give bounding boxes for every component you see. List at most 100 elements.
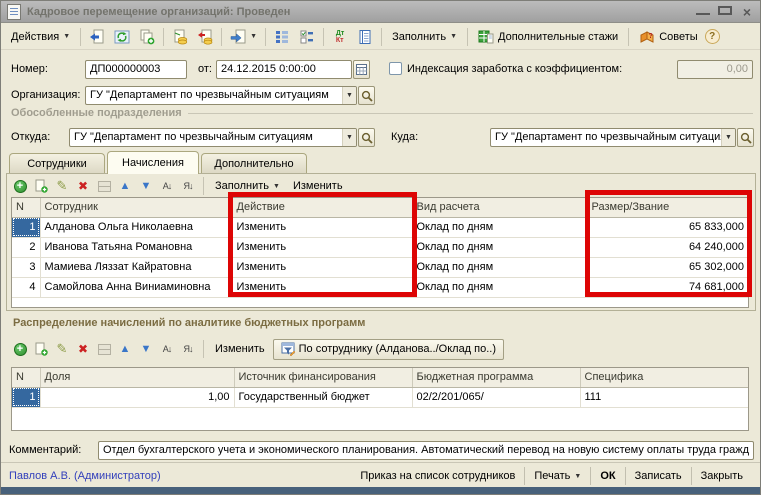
delete-row-button[interactable]: ✖: [74, 177, 92, 195]
actions-button[interactable]: Действия ▼: [5, 26, 76, 48]
row-number-cell[interactable]: 4: [12, 277, 40, 297]
journal-button[interactable]: [353, 26, 377, 48]
copy-row-button[interactable]: [32, 177, 50, 195]
chevron-down-icon: ▼: [450, 33, 457, 40]
copy-row-icon: [34, 342, 49, 357]
amount-cell[interactable]: 64 240,000: [587, 237, 748, 257]
accruals-change-button[interactable]: Изменить: [288, 179, 348, 193]
maximize-button[interactable]: [718, 6, 732, 18]
chevron-down-icon[interactable]: ▼: [342, 129, 356, 146]
move-up-button[interactable]: ▲: [116, 340, 134, 358]
chevron-down-icon[interactable]: ▼: [342, 87, 356, 104]
to-lookup-button[interactable]: [737, 128, 754, 147]
tips-button[interactable]: ? Советы: [633, 26, 703, 48]
edit-row-button[interactable]: ✎: [53, 177, 71, 195]
employee-cell[interactable]: Иванова Татьяна Романовна: [40, 237, 232, 257]
row-number-cell[interactable]: 1: [12, 387, 40, 407]
add-row-button[interactable]: +: [11, 177, 29, 195]
move-down-button[interactable]: ▼: [137, 177, 155, 195]
amount-cell[interactable]: 65 302,000: [587, 257, 748, 277]
action-cell[interactable]: Изменить: [232, 217, 412, 237]
close-button[interactable]: ×: [740, 4, 754, 20]
copy-button[interactable]: [135, 26, 159, 48]
calc-type-cell[interactable]: Оклад по дням: [412, 277, 587, 297]
number-input[interactable]: ДП000000003: [85, 60, 187, 79]
sort-asc-button[interactable]: А↓: [158, 177, 176, 195]
source-cell[interactable]: Государственный бюджет: [234, 387, 412, 407]
program-cell[interactable]: 02/2/201/065/: [412, 387, 580, 407]
row-number-cell[interactable]: 1: [12, 217, 40, 237]
comment-input[interactable]: Отдел бухгалтерского учета и экономическ…: [98, 441, 754, 460]
sort-desc-button[interactable]: Я↓: [179, 177, 197, 195]
current-user-link[interactable]: Павлов А.В. (Администратор): [9, 470, 161, 482]
additional-experience-button[interactable]: Дополнительные стажи: [472, 26, 624, 48]
calc-type-cell[interactable]: Оклад по дням: [412, 237, 587, 257]
chevron-down-icon[interactable]: ▼: [721, 129, 735, 146]
date-label: от:: [198, 63, 212, 75]
indexation-checkbox[interactable]: [389, 62, 402, 75]
movements-button[interactable]: [295, 26, 319, 48]
row-number-cell[interactable]: 2: [12, 237, 40, 257]
accruals-fill-button[interactable]: Заполнить ▼: [210, 179, 285, 193]
table-row[interactable]: 2 Иванова Татьяна Романовна Изменить Окл…: [12, 237, 748, 257]
employee-cell[interactable]: Мамиева Ляззат Кайратовна: [40, 257, 232, 277]
calc-type-cell[interactable]: Оклад по дням: [412, 217, 587, 237]
move-up-button[interactable]: ▲: [116, 177, 134, 195]
to-combo[interactable]: ГУ "Департамент по чрезвычайным ситуация…: [490, 128, 736, 147]
edit-row-button[interactable]: ✎: [53, 340, 71, 358]
minimize-button[interactable]: [696, 6, 710, 18]
structure-button[interactable]: [270, 26, 294, 48]
organization-lookup-button[interactable]: [358, 86, 375, 105]
action-cell[interactable]: Изменить: [232, 237, 412, 257]
close-window-button[interactable]: Закрыть: [692, 466, 752, 486]
tab-additional[interactable]: Дополнительно: [201, 153, 307, 173]
table-row[interactable]: 4 Самойлова Анна Виниаминовна Изменить О…: [12, 277, 748, 297]
copy-row-button[interactable]: [32, 340, 50, 358]
post-button[interactable]: [168, 26, 192, 48]
refresh-button[interactable]: [110, 26, 134, 48]
tab-accruals[interactable]: Начисления: [107, 151, 199, 174]
spec-cell[interactable]: 111: [580, 387, 748, 407]
sort-asc-button[interactable]: А↓: [158, 340, 176, 358]
employee-cell[interactable]: Самойлова Анна Виниаминовна: [40, 277, 232, 297]
end-edit-button[interactable]: [95, 340, 113, 358]
unpost-button[interactable]: [193, 26, 217, 48]
row-number-cell[interactable]: 3: [12, 257, 40, 277]
fill-button[interactable]: Заполнить ▼: [386, 26, 463, 48]
filter-table-icon: [281, 342, 295, 356]
date-input[interactable]: 24.12.2015 0:00:00: [216, 60, 352, 79]
table-row[interactable]: 1 1,00 Государственный бюджет 02/2/201/0…: [12, 387, 748, 407]
dt-kt-button[interactable]: ДтКт: [328, 26, 352, 48]
end-edit-button[interactable]: [95, 177, 113, 195]
organization-combo[interactable]: ГУ "Департамент по чрезвычайным ситуация…: [85, 86, 357, 105]
distribution-change-button[interactable]: Изменить: [210, 342, 270, 356]
reread-button[interactable]: [85, 26, 109, 48]
unpost-document-icon: [197, 29, 213, 45]
sort-desc-button[interactable]: Я↓: [179, 340, 197, 358]
action-cell[interactable]: Изменить: [232, 277, 412, 297]
print-button[interactable]: Печать ▼: [525, 466, 590, 486]
ok-button[interactable]: ОК: [591, 466, 624, 486]
add-icon: +: [14, 343, 27, 356]
document-window: Кадровое перемещение организаций: Провед…: [0, 0, 761, 495]
amount-cell[interactable]: 65 833,000: [587, 217, 748, 237]
by-employee-filter-button[interactable]: По сотруднику (Алданова../Оклад по..): [273, 339, 504, 360]
move-down-button[interactable]: ▼: [137, 340, 155, 358]
employee-cell[interactable]: Алданова Ольга Николаевна: [40, 217, 232, 237]
from-lookup-button[interactable]: [358, 128, 375, 147]
tab-employees[interactable]: Сотрудники: [9, 153, 105, 173]
order-for-employees-button[interactable]: Приказ на список сотрудников: [351, 466, 524, 486]
calc-type-cell[interactable]: Оклад по дням: [412, 257, 587, 277]
action-cell[interactable]: Изменить: [232, 257, 412, 277]
calendar-button[interactable]: [353, 60, 370, 79]
delete-row-button[interactable]: ✖: [74, 340, 92, 358]
table-row[interactable]: 1 Алданова Ольга Николаевна Изменить Окл…: [12, 217, 748, 237]
help-button[interactable]: ?: [705, 29, 720, 44]
from-combo[interactable]: ГУ "Департамент по чрезвычайным ситуация…: [69, 128, 357, 147]
add-row-button[interactable]: +: [11, 340, 29, 358]
save-button[interactable]: Записать: [626, 466, 691, 486]
table-row[interactable]: 3 Мамиева Ляззат Кайратовна Изменить Окл…: [12, 257, 748, 277]
amount-cell[interactable]: 74 681,000: [587, 277, 748, 297]
share-cell[interactable]: 1,00: [40, 387, 234, 407]
goto-button[interactable]: ▼: [226, 26, 261, 48]
